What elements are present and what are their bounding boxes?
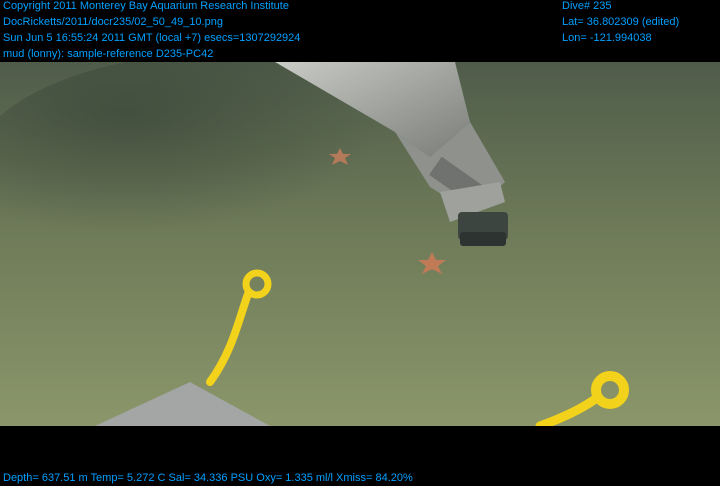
file-path-text: DocRicketts/2011/docr235/02_50_49_10.png [3, 16, 223, 28]
copyright-text: Copyright 2011 Monterey Bay Aquarium Res… [3, 0, 289, 12]
longitude-text: Lon= -121.994038 [562, 32, 652, 44]
latitude-text: Lat= 36.802309 (edited) [562, 16, 680, 28]
video-frame: Copyright 2011 Monterey Bay Aquarium Res… [0, 0, 720, 486]
annotation-text: mud (lonny): sample-reference D235-PC42 [3, 48, 214, 60]
seafloor-scene [0, 62, 720, 426]
telemetry-text: Depth= 637.51 m Temp= 5.272 C Sal= 34.33… [3, 472, 413, 484]
timestamp-text: Sun Jun 5 16:55:24 2011 GMT (local +7) e… [3, 32, 301, 44]
dive-number-text: Dive# 235 [562, 0, 612, 12]
